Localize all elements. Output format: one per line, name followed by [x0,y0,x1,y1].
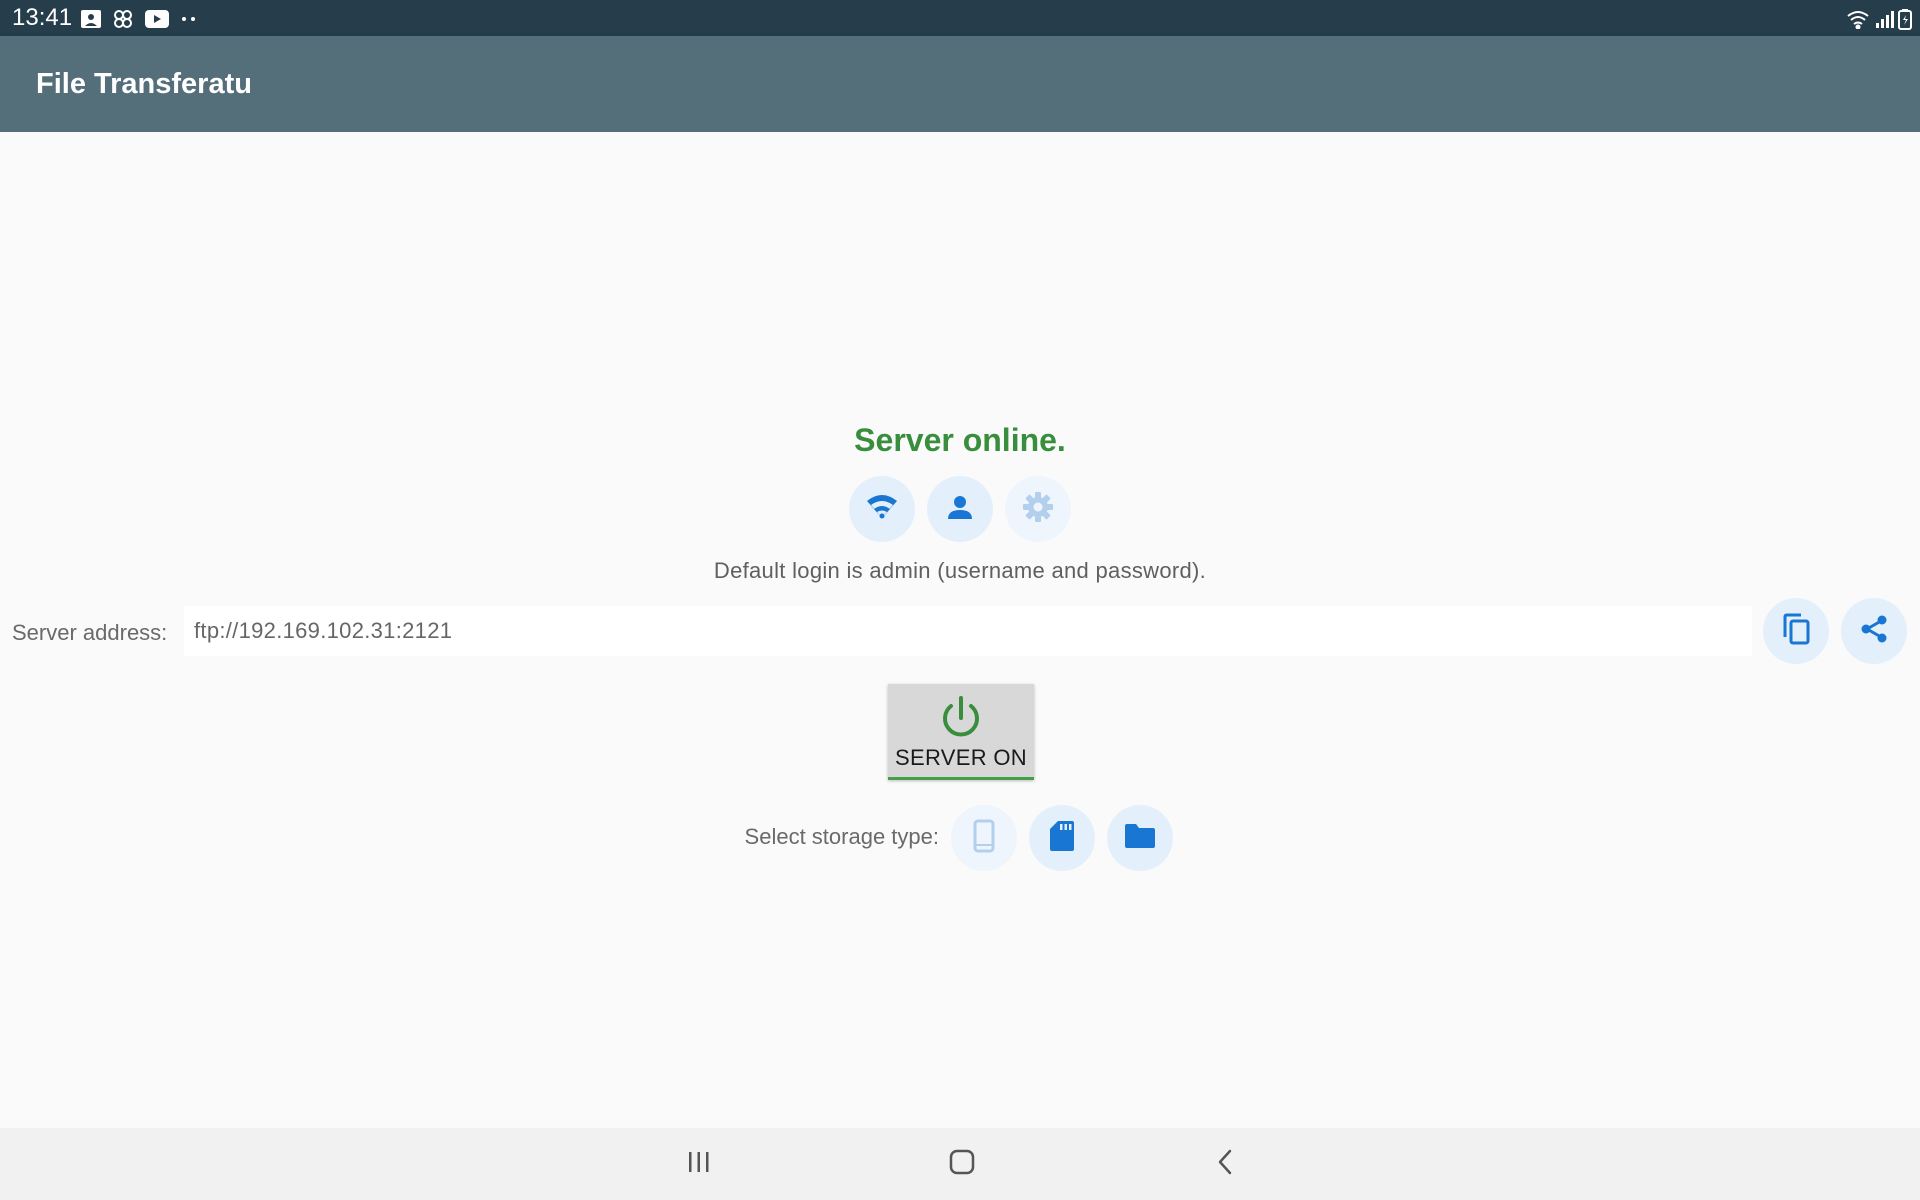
back-button[interactable] [1206,1144,1246,1184]
settings-gear-icon [1022,491,1054,528]
user-button[interactable] [927,476,993,542]
main-content: Server online. Default login is admin (u… [0,132,1920,1128]
storage-sd-card-button[interactable] [1029,805,1095,871]
share-icon [1859,614,1889,649]
recent-apps-icon [686,1150,712,1179]
user-icon [946,493,974,526]
server-toggle-label: SERVER ON [895,745,1027,770]
storage-phone-button[interactable] [951,805,1017,871]
pinwheel-icon [112,8,134,30]
storage-folder-button[interactable] [1107,805,1173,871]
image-icon [80,9,102,29]
share-address-button[interactable] [1841,598,1907,664]
notification-icons [80,8,198,30]
copy-icon [1781,613,1811,650]
back-icon [1216,1149,1236,1180]
server-toggle-button[interactable]: SERVER ON [888,684,1034,780]
recent-apps-button[interactable] [679,1144,719,1184]
youtube-icon [144,9,170,29]
storage-type-label: Select storage type: [744,824,939,849]
server-address-label: Server address: [12,620,168,645]
status-bar: 13:41 [0,0,1920,36]
wifi-button[interactable] [849,476,915,542]
settings-button[interactable] [1005,476,1071,542]
app-bar: File Transferatu [0,36,1920,132]
wifi-icon [865,492,899,527]
login-hint: Default login is admin (username and pas… [713,558,1207,583]
phone-icon [972,819,996,858]
home-button[interactable] [942,1144,982,1184]
status-time: 13:41 [12,4,73,31]
battery-icon [1898,8,1912,35]
server-address-field[interactable] [184,606,1752,656]
more-dots-icon [180,15,198,23]
system-icons [1846,8,1912,35]
copy-address-button[interactable] [1763,598,1829,664]
server-status-text: Server online. [854,422,1066,458]
sd-card-icon [1049,820,1075,857]
navigation-bar [0,1128,1920,1200]
folder-icon [1123,822,1157,855]
app-title: File Transferatu [36,68,252,100]
cell-signal-icon [1874,9,1894,34]
wifi-signal-icon [1846,9,1870,34]
power-icon [937,694,985,747]
home-icon [949,1149,975,1180]
